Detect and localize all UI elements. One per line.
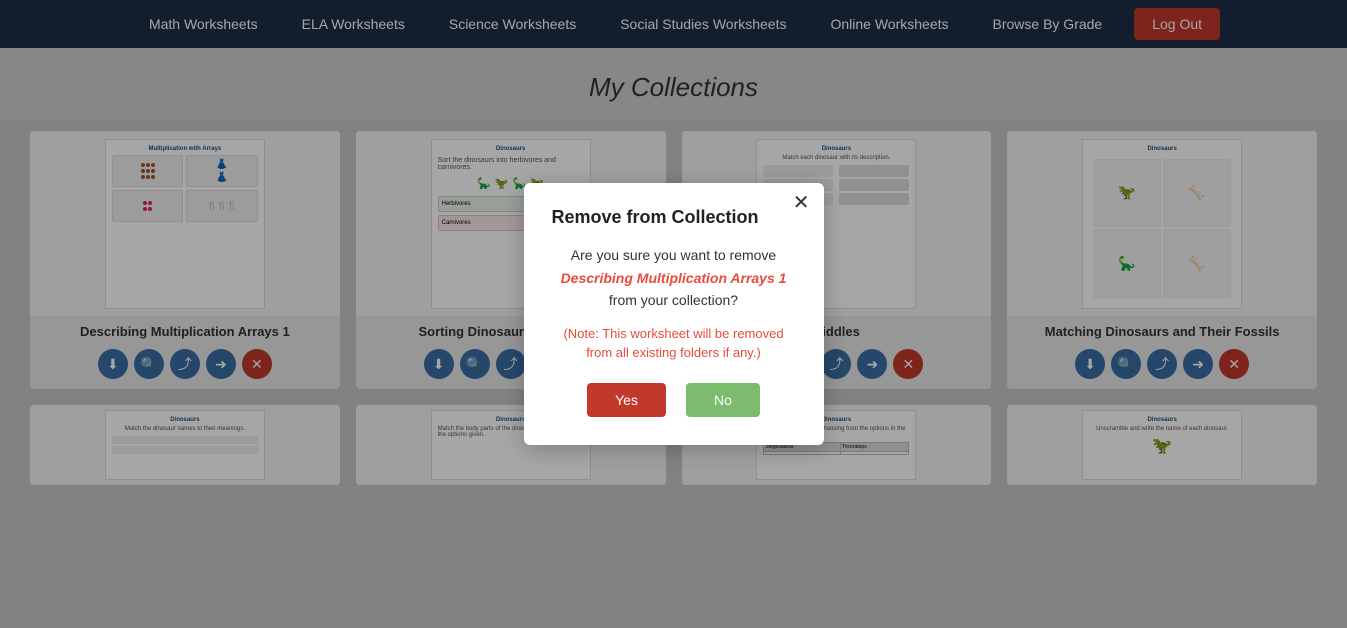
confirm-no-button[interactable]: No <box>686 383 760 417</box>
modal-note: (Note: This worksheet will be removed fr… <box>552 324 796 363</box>
modal-title: Remove from Collection <box>552 207 796 228</box>
modal-body-line1: Are you sure you want to remove <box>571 247 776 263</box>
remove-collection-modal: ✕ Remove from Collection Are you sure yo… <box>524 183 824 444</box>
modal-overlay: ✕ Remove from Collection Are you sure yo… <box>0 0 1347 628</box>
modal-buttons: Yes No <box>552 383 796 417</box>
confirm-yes-button[interactable]: Yes <box>587 383 666 417</box>
modal-body-line2: from your collection? <box>609 292 738 308</box>
modal-body: Are you sure you want to remove Describi… <box>552 244 796 311</box>
modal-close-button[interactable]: ✕ <box>793 193 810 213</box>
modal-highlight: Describing Multiplication Arrays 1 <box>561 270 787 286</box>
